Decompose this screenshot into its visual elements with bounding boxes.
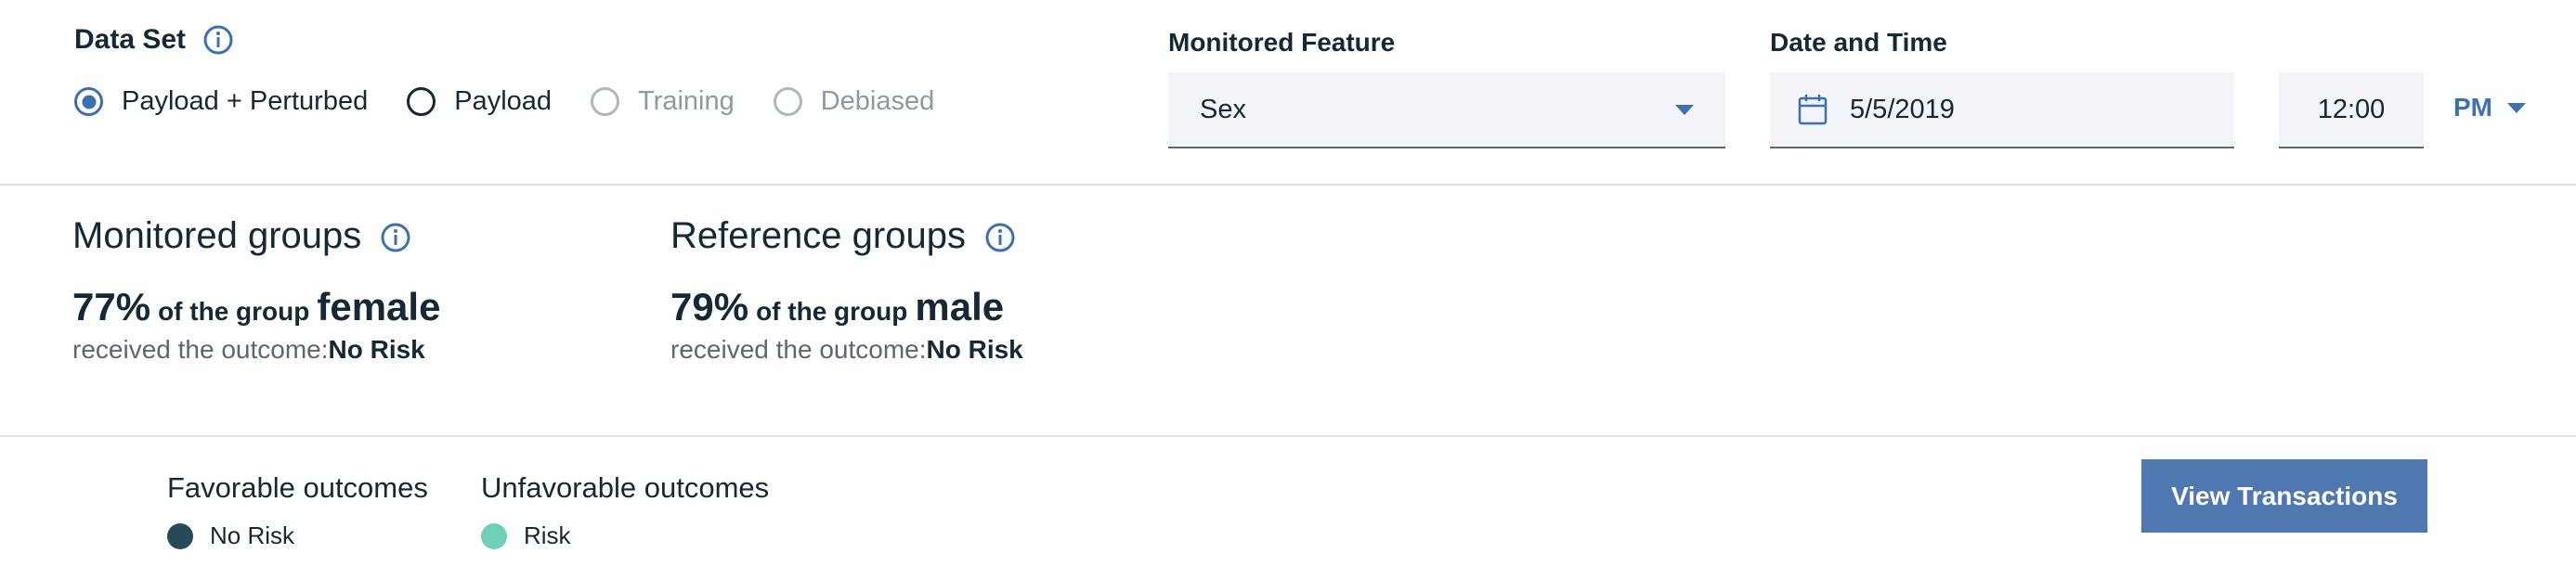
radio-debiased-label: Debiased: [820, 86, 935, 116]
radio-training: Training: [591, 86, 735, 117]
radio-debiased: Debiased: [773, 86, 935, 117]
radio-payload-circle[interactable]: [407, 87, 436, 116]
reference-groups-name: male: [915, 285, 1005, 328]
ampm-value: PM: [2453, 93, 2492, 122]
middle-divider: [0, 435, 2576, 437]
monitored-groups-percent: 77%: [72, 285, 151, 328]
reference-groups-stat: 79% of the group male: [670, 285, 1023, 329]
radio-training-label: Training: [638, 86, 735, 116]
radio-training-circle: [591, 87, 620, 116]
reference-groups-outcome-prefix: received the outcome:: [670, 335, 927, 364]
radio-payload-perturbed-circle[interactable]: [74, 87, 103, 116]
legend-dot-risk: [481, 522, 507, 549]
monitored-groups-outcome-value: No Risk: [328, 335, 425, 364]
legend-favorable-title: Favorable outcomes: [167, 471, 428, 504]
monitored-groups-stat: 77% of the group female: [72, 285, 440, 329]
chevron-down-icon: [2507, 102, 2526, 113]
dataset-info-icon[interactable]: [202, 24, 234, 56]
reference-groups-percent: 79%: [670, 285, 749, 328]
legend-item-risk: Risk: [481, 521, 769, 550]
monitored-groups-of-group: of the group: [158, 297, 310, 326]
monitored-feature-dropdown[interactable]: Sex: [1168, 72, 1725, 148]
time-value: 12:00: [2317, 94, 2386, 124]
radio-payload[interactable]: Payload: [407, 86, 552, 117]
legend-item-no-risk-label: No Risk: [210, 521, 295, 549]
monitored-groups-outcome-prefix: received the outcome:: [72, 335, 329, 364]
monitored-groups-outcome: received the outcome:No Risk: [72, 335, 440, 365]
monitored-groups-name: female: [317, 285, 441, 328]
radio-payload-perturbed-label: Payload + Perturbed: [122, 86, 369, 116]
time-input[interactable]: 12:00: [2279, 72, 2424, 148]
monitored-feature-value: Sex: [1200, 94, 1246, 124]
radio-payload-label: Payload: [454, 86, 553, 116]
reference-groups-panel: Reference groups 79% of the group male r…: [670, 215, 1023, 365]
legend-item-risk-label: Risk: [524, 521, 571, 549]
view-transactions-button[interactable]: View Transactions: [2141, 459, 2427, 533]
legend-unfavorable: Unfavorable outcomes Risk: [481, 471, 769, 550]
monitored-groups-info-icon[interactable]: [380, 221, 411, 252]
date-picker[interactable]: 5/5/2019: [1770, 72, 2234, 148]
radio-debiased-circle: [773, 87, 802, 116]
reference-groups-outcome: received the outcome:No Risk: [670, 335, 1023, 365]
legend-unfavorable-title: Unfavorable outcomes: [481, 471, 770, 504]
calendar-icon[interactable]: [1798, 94, 1828, 125]
date-value: 5/5/2019: [1850, 94, 1955, 124]
reference-groups-title: Reference groups: [670, 215, 966, 256]
legend-item-no-risk: No Risk: [167, 521, 428, 550]
reference-groups-info-icon[interactable]: [984, 221, 1016, 252]
reference-groups-of-group: of the group: [756, 297, 908, 326]
legend-favorable: Favorable outcomes No Risk: [167, 471, 428, 550]
dataset-header: Data Set: [74, 24, 234, 56]
reference-groups-outcome-value: No Risk: [926, 335, 1023, 364]
monitored-groups-header: Monitored groups: [72, 215, 440, 257]
monitored-groups-title: Monitored groups: [72, 215, 362, 256]
dataset-radio-group: Payload + Perturbed Payload Training Deb…: [74, 86, 973, 117]
date-time-label: Date and Time: [1770, 28, 1947, 57]
reference-groups-header: Reference groups: [670, 215, 1023, 257]
legend-dot-no-risk: [167, 522, 193, 549]
monitored-feature-label: Monitored Feature: [1168, 28, 1396, 57]
chevron-down-icon: [1675, 104, 1694, 115]
dataset-title: Data Set: [74, 24, 187, 55]
ampm-select[interactable]: PM: [2453, 93, 2526, 122]
monitored-groups-panel: Monitored groups 77% of the group female…: [72, 215, 440, 365]
radio-payload-perturbed[interactable]: Payload + Perturbed: [74, 86, 368, 117]
top-divider: [0, 184, 2576, 186]
